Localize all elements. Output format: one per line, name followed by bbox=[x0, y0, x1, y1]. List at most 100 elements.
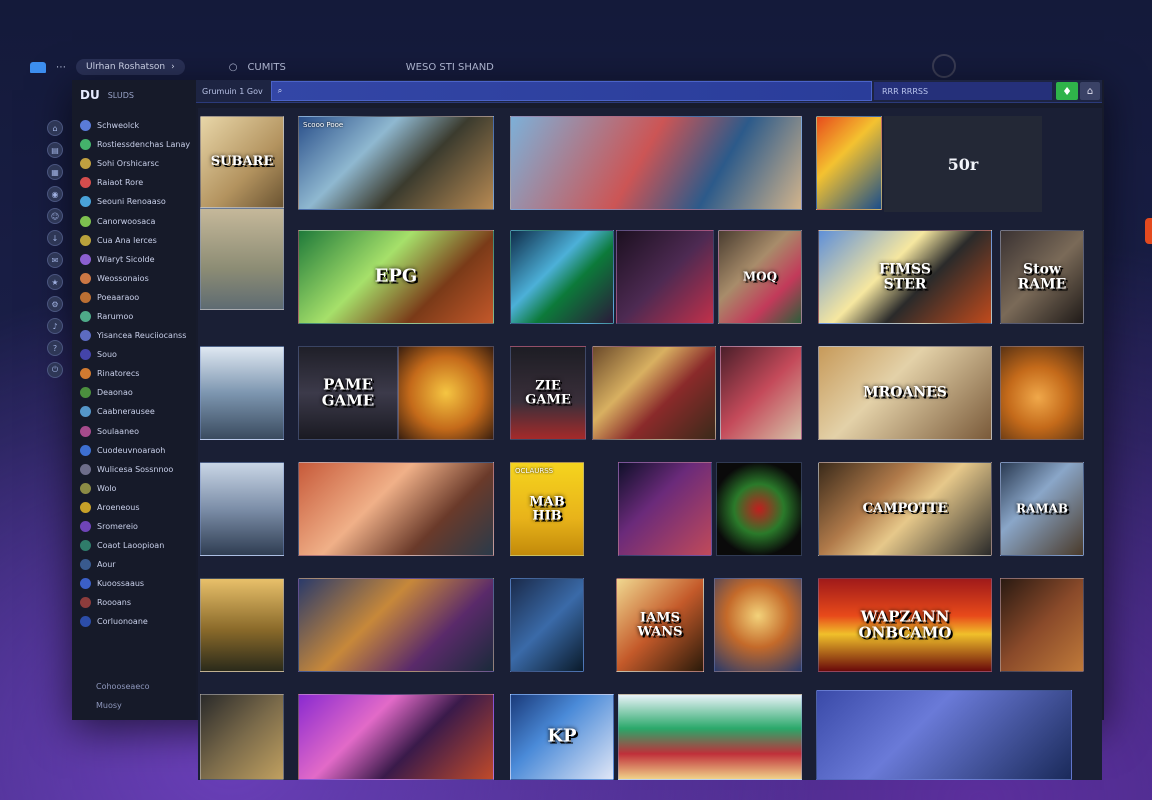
bell-icon[interactable]: ♪ bbox=[47, 318, 63, 334]
game-cover-tile[interactable]: EPG bbox=[298, 230, 494, 324]
sidebar-game-item[interactable]: Seouni Renoaaso bbox=[80, 192, 196, 211]
game-cover-title: PAME GAME bbox=[321, 375, 375, 409]
game-cover-tile[interactable] bbox=[618, 694, 802, 780]
sidebar-game-item[interactable]: Poeaaraoo bbox=[80, 288, 196, 307]
sidebar-game-item[interactable]: Cua Ana lerces bbox=[80, 231, 196, 250]
sidebar-game-item[interactable]: Kuoossaaus bbox=[80, 574, 196, 593]
sidebar-game-item[interactable]: Wulicesa Sossnnoo bbox=[80, 460, 196, 479]
game-icon bbox=[80, 120, 91, 132]
account-pill[interactable]: Ulrhan Roshatson › bbox=[76, 59, 185, 75]
game-cover-caption: Scooo Pooe bbox=[303, 121, 344, 129]
game-cover-tile[interactable]: Stow RAME bbox=[1000, 230, 1084, 324]
add-game-icon: ♦ bbox=[1062, 84, 1072, 98]
game-cover-tile[interactable] bbox=[1000, 578, 1084, 672]
game-cover-tile[interactable] bbox=[398, 346, 494, 440]
search-input[interactable]: ⌕ bbox=[270, 81, 872, 101]
downloads-icon[interactable]: ↓ bbox=[47, 230, 63, 246]
window-title: WESO STI SHAND bbox=[405, 61, 494, 73]
sidebar-game-item[interactable]: Sromereio bbox=[80, 517, 196, 536]
community-icon[interactable]: ◉ bbox=[47, 186, 63, 202]
game-cover-tile[interactable] bbox=[200, 346, 284, 440]
sidebar-footer-label[interactable]: Cohooseaeco bbox=[96, 682, 150, 691]
sidebar-game-item[interactable]: Corluonoane bbox=[80, 612, 196, 631]
game-cover-tile[interactable]: MOQ bbox=[718, 230, 802, 324]
game-cover-tile[interactable] bbox=[816, 690, 1072, 780]
store-icon[interactable]: ▤ bbox=[47, 142, 63, 158]
tab-label[interactable]: CUMITS bbox=[247, 62, 285, 73]
game-cover-tile[interactable]: IAMS WANS bbox=[616, 578, 704, 672]
game-cover-tile[interactable] bbox=[714, 578, 802, 672]
game-cover-tile[interactable] bbox=[298, 462, 494, 556]
sidebar-footer-label-2[interactable]: Muosy bbox=[96, 701, 150, 710]
achievements-icon[interactable]: ★ bbox=[47, 274, 63, 290]
sidebar-game-item[interactable]: Caabnerausee bbox=[80, 402, 196, 421]
friends-icon[interactable]: ☺ bbox=[47, 208, 63, 224]
game-cover-tile[interactable]: FIMSS STER bbox=[818, 230, 992, 324]
game-cover-tile[interactable]: RAMAB bbox=[1000, 462, 1084, 556]
game-cover-tile[interactable] bbox=[200, 578, 284, 672]
game-cover-tile[interactable] bbox=[720, 346, 802, 440]
game-cover-tile[interactable] bbox=[1000, 346, 1084, 440]
game-cover-tile[interactable]: PAME GAME bbox=[298, 346, 398, 440]
sidebar-game-item[interactable]: Coaot Laoopioan bbox=[80, 536, 196, 555]
sidebar-game-label: Soulaaneo bbox=[97, 426, 139, 436]
sidebar-game-item[interactable]: Deaonao bbox=[80, 383, 196, 402]
profile-icon[interactable] bbox=[932, 54, 956, 78]
game-cover-tile[interactable] bbox=[510, 116, 802, 210]
game-cover-tile[interactable] bbox=[200, 694, 284, 780]
sidebar-game-item[interactable]: Schweolck bbox=[80, 116, 196, 135]
side-tab-handle[interactable] bbox=[1145, 218, 1152, 244]
game-cover-tile[interactable] bbox=[200, 462, 284, 556]
library-icon[interactable]: ▦ bbox=[47, 164, 63, 180]
sidebar-game-item[interactable]: Canorwoosaca bbox=[80, 211, 196, 230]
game-cover-tile[interactable]: SUBARE bbox=[200, 116, 284, 208]
game-cover-tile[interactable]: Scooo Pooe bbox=[298, 116, 494, 210]
settings-icon[interactable]: ⚙ bbox=[47, 296, 63, 312]
sidebar-game-item[interactable]: Weossonaios bbox=[80, 269, 196, 288]
game-cover-tile[interactable]: OCLAURSS MAB HIB bbox=[510, 462, 584, 556]
game-cover-tile[interactable] bbox=[618, 462, 712, 556]
sidebar-game-item[interactable]: Aour bbox=[80, 555, 196, 574]
filter-dropdown[interactable]: RRR RRRSS bbox=[874, 82, 1052, 100]
sidebar-game-label: Poeaaraoo bbox=[97, 292, 140, 302]
sidebar-game-item[interactable]: Raiaot Rore bbox=[80, 173, 196, 192]
game-cover-tile[interactable] bbox=[716, 462, 802, 556]
sidebar-game-item[interactable]: Roooans bbox=[80, 593, 196, 612]
sidebar-game-item[interactable]: Souo bbox=[80, 345, 196, 364]
collection-label[interactable]: Grumuin 1 Gov bbox=[196, 87, 271, 96]
sidebar-game-item[interactable]: Yisancea Reuciiocanss bbox=[80, 326, 196, 345]
game-cover-tile[interactable]: CAMPOTTE bbox=[818, 462, 992, 556]
help-icon[interactable]: ? bbox=[47, 340, 63, 356]
view-toggle-button[interactable]: ⌂ bbox=[1080, 82, 1100, 100]
sidebar-game-item[interactable]: Aroeneous bbox=[80, 498, 196, 517]
sidebar-game-item[interactable]: Soulaaneo bbox=[80, 422, 196, 441]
sidebar-game-item[interactable]: Wolo bbox=[80, 479, 196, 498]
sidebar-game-item[interactable]: Cuodeuvnoaraoh bbox=[80, 441, 196, 460]
add-game-button[interactable]: ♦ bbox=[1056, 82, 1078, 100]
sidebar-game-item[interactable]: Sohi Orshicarsc bbox=[80, 154, 196, 173]
game-icon bbox=[80, 387, 91, 399]
sidebar-game-label: Cua Ana lerces bbox=[97, 235, 157, 245]
power-icon[interactable]: ⏻ bbox=[47, 362, 63, 378]
game-cover-tile[interactable]: ZIE GAME bbox=[510, 346, 586, 440]
game-cover-title: RAMAB bbox=[1015, 501, 1069, 516]
sidebar-game-item[interactable]: Wlaryt Sicolde bbox=[80, 250, 196, 269]
chat-icon[interactable]: ✉ bbox=[47, 252, 63, 268]
game-cover-tile[interactable] bbox=[592, 346, 716, 440]
game-icon bbox=[80, 501, 91, 513]
game-cover-tile[interactable]: WAPZANN ONBCAMO bbox=[818, 578, 992, 672]
menu-dots-icon[interactable]: ⋯ bbox=[56, 62, 66, 73]
game-cover-tile[interactable] bbox=[616, 230, 714, 324]
game-cover-tile[interactable]: MROANES bbox=[818, 346, 992, 440]
sidebar-game-item[interactable]: Rinatorecs bbox=[80, 364, 196, 383]
game-cover-tile[interactable] bbox=[510, 230, 614, 324]
game-cover-tile[interactable]: KP bbox=[510, 694, 614, 780]
home-icon[interactable]: ⌂ bbox=[47, 120, 63, 136]
game-cover-tile[interactable] bbox=[510, 578, 584, 672]
game-cover-tile[interactable] bbox=[816, 116, 882, 210]
game-cover-tile[interactable] bbox=[200, 208, 284, 310]
sidebar-game-item[interactable]: Rarumoo bbox=[80, 307, 196, 326]
sidebar-game-item[interactable]: Rostiessdenchas Lanay bbox=[80, 135, 196, 154]
game-cover-tile[interactable] bbox=[298, 578, 494, 672]
game-cover-tile[interactable] bbox=[298, 694, 494, 780]
